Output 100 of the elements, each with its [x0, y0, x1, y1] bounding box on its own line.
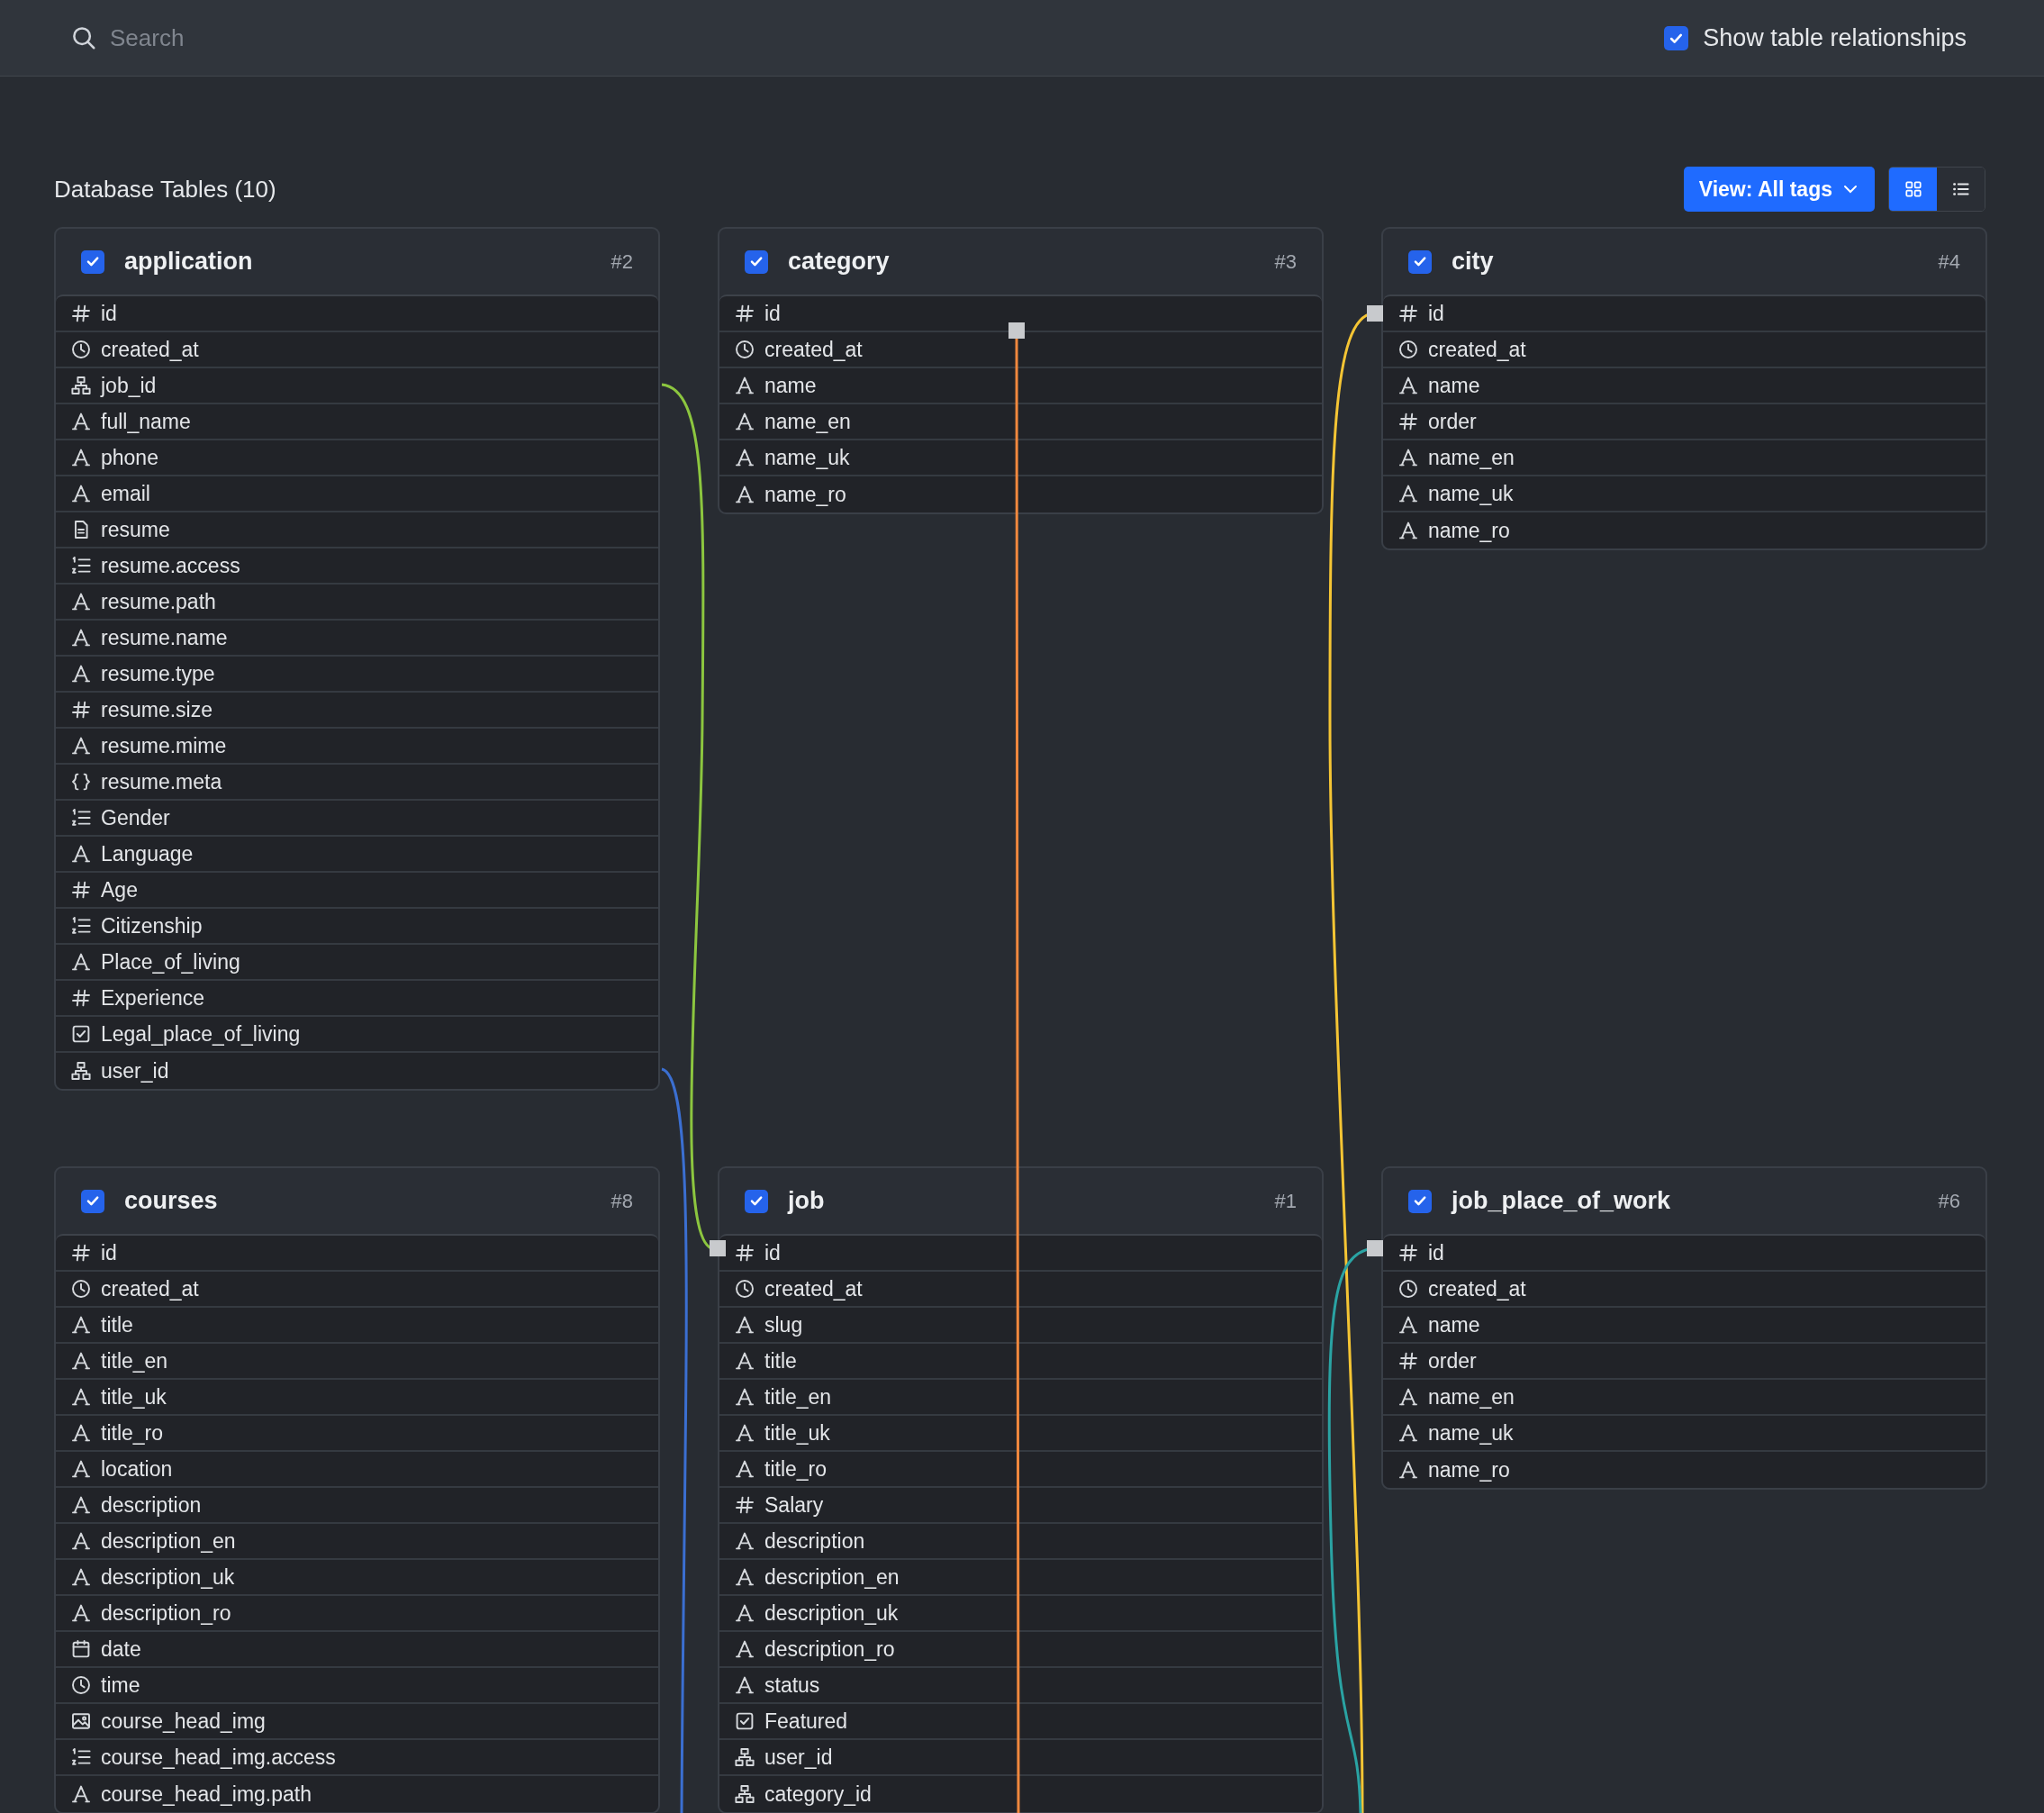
field-row[interactable]: id [1383, 1236, 1985, 1272]
field-row[interactable]: resume.path [56, 585, 658, 621]
hash-icon [734, 303, 755, 324]
field-row[interactable]: Experience [56, 981, 658, 1017]
field-row[interactable]: name_uk [1383, 1416, 1985, 1452]
hash-icon [734, 1242, 755, 1264]
field-row[interactable]: created_at [1383, 1272, 1985, 1308]
field-row[interactable]: id [56, 296, 658, 332]
checkbox[interactable] [81, 249, 104, 274]
table-number: #2 [610, 249, 633, 275]
field-row[interactable]: title_ro [719, 1452, 1322, 1488]
field-row[interactable]: order [1383, 404, 1985, 440]
field-row[interactable]: phone [56, 440, 658, 476]
field-row[interactable]: Citizenship [56, 909, 658, 945]
field-row[interactable]: description_uk [719, 1596, 1322, 1632]
field-row[interactable]: name [1383, 368, 1985, 404]
letter-icon [70, 447, 92, 468]
checkbox-icon [70, 1023, 92, 1045]
field-row[interactable]: name [719, 368, 1322, 404]
field-row[interactable]: name_ro [1383, 1452, 1985, 1488]
field-row[interactable]: resume.size [56, 693, 658, 729]
field-row[interactable]: created_at [1383, 332, 1985, 368]
field-row[interactable]: resume.type [56, 657, 658, 693]
field-row[interactable]: order [1383, 1344, 1985, 1380]
field-row[interactable]: user_id [719, 1740, 1322, 1776]
checkbox[interactable] [745, 1189, 768, 1213]
hash-icon [1397, 1350, 1419, 1372]
field-row[interactable]: Featured [719, 1704, 1322, 1740]
grid-view-button[interactable] [1889, 168, 1937, 211]
field-row[interactable]: title_uk [719, 1416, 1322, 1452]
field-row[interactable]: description [719, 1524, 1322, 1560]
checkbox[interactable] [1664, 25, 1689, 50]
checkbox[interactable] [1408, 249, 1432, 274]
hash-icon [70, 879, 92, 901]
field-row[interactable]: title_uk [56, 1380, 658, 1416]
checkbox[interactable] [745, 249, 768, 274]
letter-icon [734, 1422, 755, 1444]
table-name: application [124, 247, 254, 277]
field-row[interactable]: description_uk [56, 1560, 658, 1596]
field-row[interactable]: name_ro [1383, 512, 1985, 548]
field-row[interactable]: created_at [719, 332, 1322, 368]
field-row[interactable]: name_ro [719, 476, 1322, 512]
field-row[interactable]: description [56, 1488, 658, 1524]
field-row[interactable]: course_head_img.path [56, 1776, 658, 1812]
table-name: courses [124, 1186, 219, 1217]
field-row[interactable]: course_head_img.access [56, 1740, 658, 1776]
field-row[interactable]: Language [56, 837, 658, 873]
field-row[interactable]: name_uk [1383, 476, 1985, 512]
hierarchy-icon [734, 1783, 755, 1805]
field-row[interactable]: full_name [56, 404, 658, 440]
field-row[interactable]: Age [56, 873, 658, 909]
field-row[interactable]: Legal_place_of_living [56, 1017, 658, 1053]
field-row[interactable]: name_en [1383, 440, 1985, 476]
field-row[interactable]: name [1383, 1308, 1985, 1344]
hierarchy-icon [734, 1746, 755, 1768]
field-row[interactable]: Place_of_living [56, 945, 658, 981]
field-row[interactable]: description_en [719, 1560, 1322, 1596]
field-row[interactable]: resume [56, 512, 658, 548]
field-row[interactable]: description_ro [56, 1596, 658, 1632]
field-row[interactable]: title_ro [56, 1416, 658, 1452]
field-row[interactable]: description_ro [719, 1632, 1322, 1668]
field-row[interactable]: name_en [719, 404, 1322, 440]
field-row[interactable]: created_at [56, 1272, 658, 1308]
field-row[interactable]: date [56, 1632, 658, 1668]
field-row[interactable]: resume.mime [56, 729, 658, 765]
field-row[interactable]: title_en [56, 1344, 658, 1380]
field-row[interactable]: status [719, 1668, 1322, 1704]
letter-icon [70, 735, 92, 757]
field-row[interactable]: category_id [719, 1776, 1322, 1812]
field-row[interactable]: email [56, 476, 658, 512]
field-row[interactable]: resume.access [56, 548, 658, 585]
field-row[interactable]: location [56, 1452, 658, 1488]
field-row[interactable]: id [56, 1236, 658, 1272]
field-row[interactable]: created_at [56, 332, 658, 368]
field-row[interactable]: id [719, 1236, 1322, 1272]
field-row[interactable]: resume.meta [56, 765, 658, 801]
field-row[interactable]: resume.name [56, 621, 658, 657]
field-row[interactable]: title [719, 1344, 1322, 1380]
field-row[interactable]: created_at [719, 1272, 1322, 1308]
field-row[interactable]: name_en [1383, 1380, 1985, 1416]
letter-icon [734, 447, 755, 468]
field-row[interactable]: user_id [56, 1053, 658, 1089]
checkbox-label: Show table relationships [1703, 23, 1967, 53]
checkbox[interactable] [81, 1189, 104, 1213]
search-field[interactable]: Search [110, 20, 578, 56]
field-row[interactable]: slug [719, 1308, 1322, 1344]
field-row[interactable]: Salary [719, 1488, 1322, 1524]
field-row[interactable]: name_uk [719, 440, 1322, 476]
field-row[interactable]: time [56, 1668, 658, 1704]
field-row[interactable]: Gender [56, 801, 658, 837]
field-row[interactable]: description_en [56, 1524, 658, 1560]
table-name: category [788, 247, 891, 277]
field-row[interactable]: course_head_img [56, 1704, 658, 1740]
view-filter-button[interactable]: View: All tags [1683, 167, 1875, 212]
field-row[interactable]: title_en [719, 1380, 1322, 1416]
field-row[interactable]: job_id [56, 368, 658, 404]
checkbox[interactable] [1408, 1189, 1432, 1213]
field-row[interactable]: title [56, 1308, 658, 1344]
field-row[interactable]: id [1383, 296, 1985, 332]
clock-icon [1397, 339, 1419, 360]
